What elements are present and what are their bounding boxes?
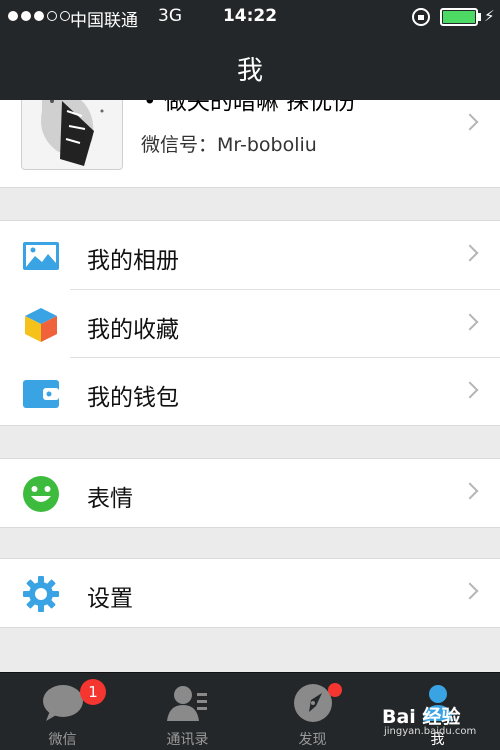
tab-label-contacts: 通讯录	[166, 732, 209, 748]
menu-section-stickers: 表情	[0, 458, 500, 528]
rotation-lock-icon	[412, 8, 430, 26]
profile-nickname: • 做失的暗嘛 探优伤	[143, 100, 356, 115]
wechat-id: 微信号：Mr-boboliu	[141, 130, 317, 157]
menu-label-settings: 设置	[87, 586, 133, 612]
chevron-right-icon	[461, 244, 479, 262]
tab-discover[interactable]: 发现	[250, 673, 375, 750]
menu-label-favorites: 我的收藏	[87, 317, 179, 343]
baidu-jingyan-watermark: Bai 经验	[382, 706, 461, 728]
wechat-id-label: 微信号：	[141, 134, 218, 156]
photo-album-icon	[23, 238, 59, 274]
watermark-url: jingyan.baidu.com	[384, 726, 477, 737]
menu-item-wallet[interactable]: 我的钱包	[0, 357, 500, 425]
chevron-right-icon	[461, 113, 479, 131]
chevron-right-icon	[461, 381, 479, 399]
chat-bubble-icon	[42, 683, 84, 723]
tab-label-chats: 微信	[48, 732, 77, 748]
tab-label-discover: 发现	[298, 732, 327, 748]
gear-icon	[23, 576, 59, 612]
wechat-id-value: Mr-boboliu	[217, 134, 317, 156]
cube-icon	[23, 307, 59, 343]
menu-label-album: 我的相册	[87, 248, 179, 274]
notification-dot	[328, 683, 342, 697]
battery-icon	[440, 8, 478, 26]
status-bar: 中国联通 3G 14:22 ⚡	[0, 0, 500, 34]
charging-icon: ⚡	[484, 7, 495, 25]
tab-contacts[interactable]: 通讯录	[125, 673, 250, 750]
wallet-icon	[23, 375, 59, 411]
menu-item-favorites[interactable]: 我的收藏	[0, 289, 500, 357]
menu-section-settings: 设置	[0, 558, 500, 628]
menu-item-album[interactable]: 我的相册	[0, 221, 500, 289]
menu-item-stickers[interactable]: 表情	[0, 459, 500, 527]
battery-tip	[478, 13, 481, 21]
contacts-icon	[167, 683, 209, 723]
tab-chats[interactable]: 1 微信	[0, 673, 125, 750]
chevron-right-icon	[461, 313, 479, 331]
menu-section-personal: 我的相册 我的收藏 我的钱包	[0, 220, 500, 426]
profile-card[interactable]: • 做失的暗嘛 探优伤 微信号：Mr-boboliu	[0, 100, 500, 188]
unread-badge: 1	[80, 679, 106, 705]
chevron-right-icon	[461, 482, 479, 500]
menu-item-settings[interactable]: 设置	[0, 559, 500, 627]
chevron-right-icon	[461, 582, 479, 600]
page-title: 我	[236, 56, 263, 86]
avatar	[21, 100, 123, 170]
menu-label-stickers: 表情	[87, 486, 133, 512]
menu-label-wallet: 我的钱包	[87, 385, 179, 411]
smiley-icon	[23, 476, 59, 512]
navigation-bar: 我	[0, 34, 500, 100]
